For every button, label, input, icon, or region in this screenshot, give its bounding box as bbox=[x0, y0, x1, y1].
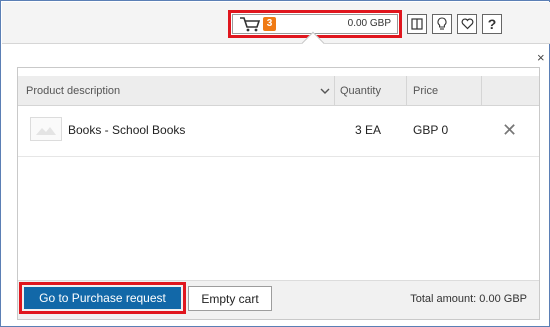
compare-icon[interactable] bbox=[407, 14, 427, 34]
cart-footer: Go to Purchase request Empty cart Total … bbox=[18, 280, 539, 319]
total-amount: Total amount: 0.00 GBP bbox=[410, 293, 527, 305]
column-divider bbox=[406, 76, 407, 106]
product-thumbnail bbox=[30, 117, 62, 141]
cart-button[interactable]: 3 0.00 GBP bbox=[232, 14, 398, 34]
delete-item-icon[interactable]: ✕ bbox=[502, 107, 517, 153]
column-header-quantity[interactable]: Quantity bbox=[340, 76, 381, 106]
go-button-highlight: Go to Purchase request bbox=[19, 282, 186, 314]
close-icon[interactable]: × bbox=[537, 51, 545, 64]
help-glyph: ? bbox=[487, 16, 497, 32]
cart-panel: Product description Quantity Price Books… bbox=[17, 67, 540, 320]
product-quantity: 3 EA bbox=[355, 123, 382, 137]
table-header: Product description Quantity Price bbox=[18, 76, 539, 106]
help-icon[interactable]: ? bbox=[482, 14, 502, 34]
column-divider bbox=[481, 76, 482, 106]
shopping-cart-icon bbox=[240, 17, 261, 32]
chevron-down-icon[interactable] bbox=[319, 85, 331, 97]
column-divider bbox=[334, 76, 335, 106]
column-header-price[interactable]: Price bbox=[413, 76, 438, 106]
heart-icon[interactable] bbox=[457, 14, 477, 34]
column-header-description[interactable]: Product description bbox=[26, 76, 120, 106]
cart-count-badge: 3 bbox=[263, 17, 276, 31]
product-price: GBP 0 bbox=[413, 123, 449, 137]
product-description[interactable]: Books - School Books bbox=[68, 107, 185, 153]
cart-amount: 0.00 GBP bbox=[347, 18, 391, 29]
cart-popup-window: 3 0.00 GBP ? × Product description Quant… bbox=[0, 0, 550, 327]
empty-cart-button[interactable]: Empty cart bbox=[188, 286, 272, 311]
go-to-purchase-request-button[interactable]: Go to Purchase request bbox=[24, 287, 181, 309]
top-toolbar: 3 0.00 GBP ? bbox=[2, 2, 550, 44]
image-placeholder-icon bbox=[36, 127, 56, 135]
lightbulb-icon[interactable] bbox=[432, 14, 452, 34]
table-row[interactable]: Books - School Books 3 EA GBP 0 ✕ bbox=[18, 107, 539, 157]
